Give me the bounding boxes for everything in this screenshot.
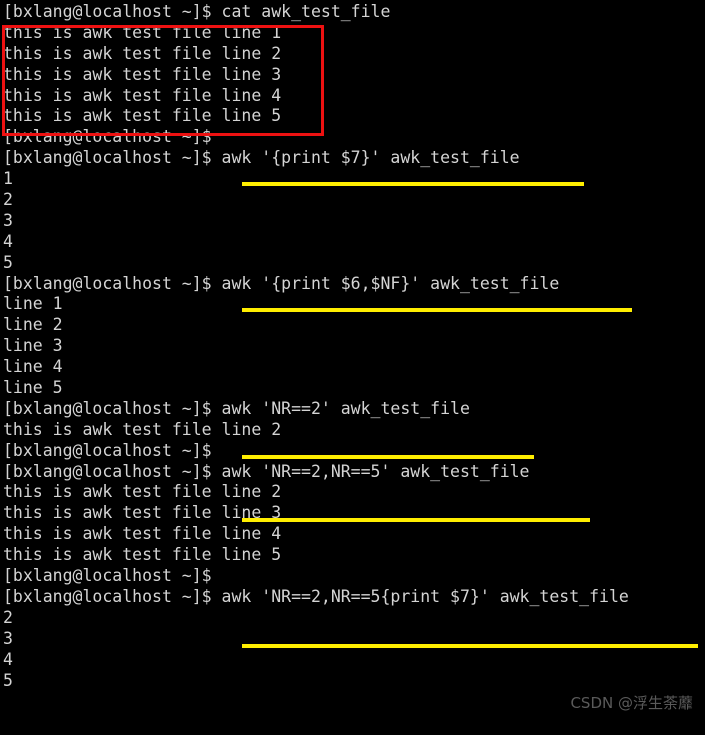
terminal-line: this is awk test file line 2: [3, 43, 282, 63]
terminal-line: [bxlang@localhost ~]$ awk '{print $6,$NF…: [3, 273, 560, 293]
terminal-line: this is awk test file line 4: [3, 85, 282, 105]
terminal-line: this is awk test file line 3: [3, 503, 282, 523]
terminal-output: [bxlang@localhost ~]$ cat awk_test_file t…: [0, 0, 705, 691]
terminal-line: this is awk test file line 1: [3, 22, 282, 42]
terminal-line: [bxlang@localhost ~]$ cat awk_test_file: [3, 2, 391, 21]
terminal-line: [bxlang@localhost ~]$: [3, 440, 212, 460]
terminal-line: line 4: [3, 357, 63, 377]
terminal-line: this is awk test file line 4: [3, 524, 282, 544]
terminal-line: 2: [3, 190, 13, 210]
terminal-line: 5: [3, 670, 13, 690]
terminal-line: line 1: [3, 294, 63, 314]
terminal-line: 4: [3, 231, 13, 251]
terminal-line: line 3: [3, 336, 63, 356]
terminal-line: this is awk test file line 2: [3, 482, 282, 502]
terminal-line: [bxlang@localhost ~]$: [3, 566, 212, 586]
terminal-line: this is awk test file line 2: [3, 419, 282, 439]
terminal-line: this is awk test file line 3: [3, 64, 282, 84]
terminal-line: line 2: [3, 315, 63, 335]
terminal-line: 2: [3, 607, 13, 627]
terminal-line: [bxlang@localhost ~]$ awk 'NR==2,NR==5' …: [3, 461, 530, 481]
terminal-line: 5: [3, 252, 13, 272]
terminal-line: [bxlang@localhost ~]$ awk '{print $7}' a…: [3, 148, 520, 168]
terminal-line: [bxlang@localhost ~]$ awk 'NR==2' awk_te…: [3, 398, 470, 418]
terminal-window[interactable]: [bxlang@localhost ~]$ cat awk_test_file t…: [0, 0, 705, 735]
terminal-line: [bxlang@localhost ~]$: [3, 127, 212, 147]
terminal-line: 3: [3, 628, 13, 648]
terminal-line: 4: [3, 649, 13, 669]
csdn-watermark: CSDN @浮生荼蘼: [570, 694, 693, 712]
terminal-line: [bxlang@localhost ~]$ awk 'NR==2,NR==5{p…: [3, 586, 629, 606]
terminal-line: line 5: [3, 378, 63, 398]
terminal-line: 3: [3, 210, 13, 230]
terminal-line: 1: [3, 169, 13, 189]
terminal-line: this is awk test file line 5: [3, 106, 282, 126]
terminal-line: this is awk test file line 5: [3, 545, 282, 565]
